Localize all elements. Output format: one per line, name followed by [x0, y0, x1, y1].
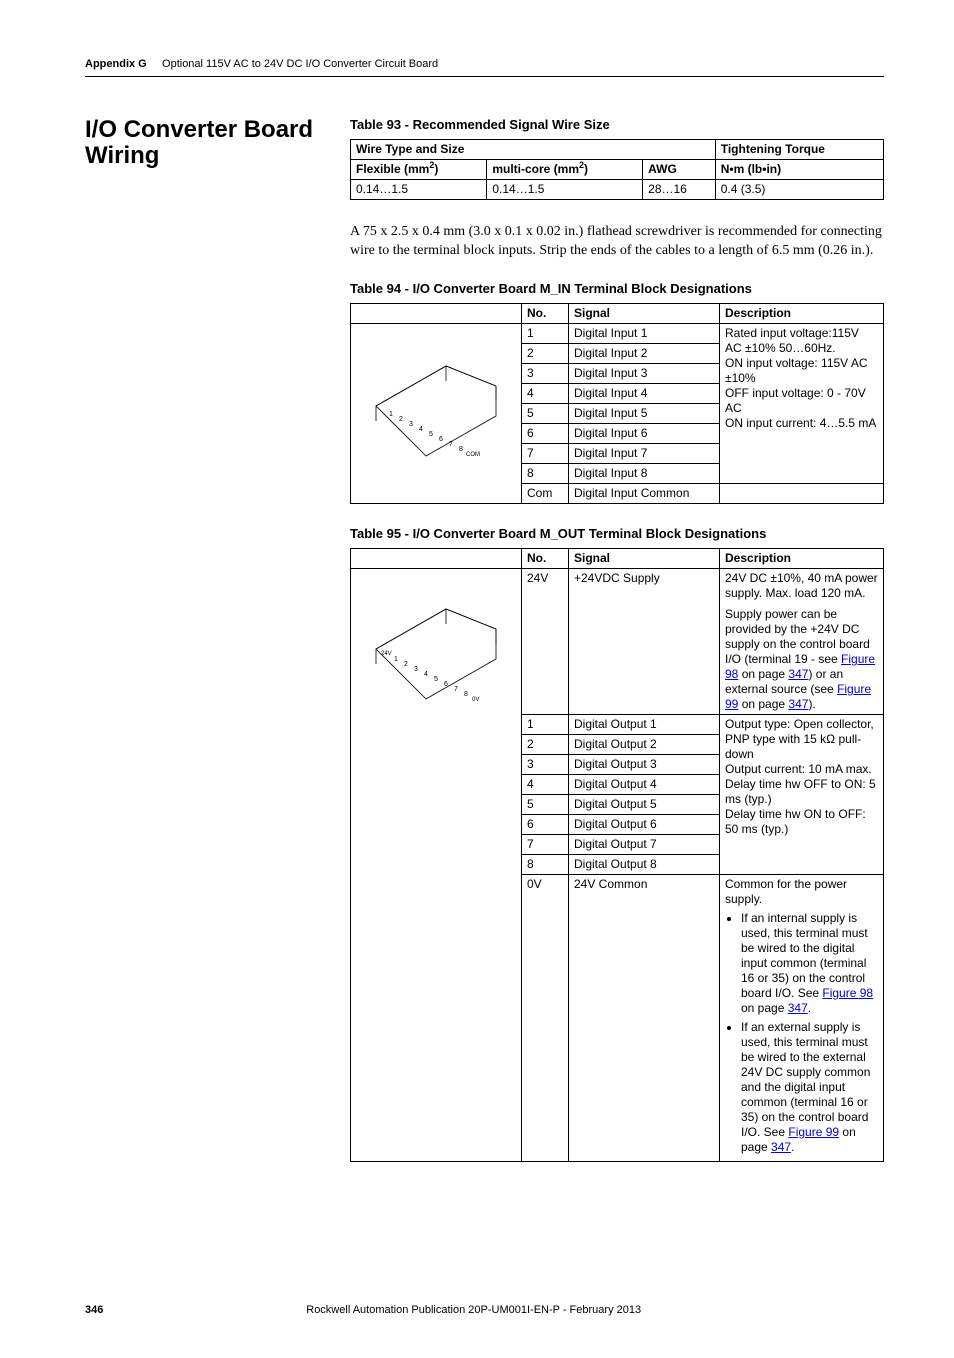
svg-text:0V: 0V: [472, 697, 479, 703]
svg-text:COM: COM: [466, 452, 480, 458]
table93: Wire Type and Size Tightening Torque Fle…: [350, 139, 884, 200]
page347-link[interactable]: 347: [788, 697, 808, 711]
t95-24v-desc: 24V DC ±10%, 40 mA power supply. Max. lo…: [720, 569, 884, 715]
svg-text:5: 5: [434, 676, 438, 683]
page-header: Appendix G Optional 115V AC to 24V DC I/…: [85, 58, 884, 77]
t94-h-signal: Signal: [569, 303, 720, 323]
t95-img-header: [351, 549, 522, 569]
page-footer: 346 Rockwell Automation Publication 20P-…: [85, 1304, 884, 1318]
publication-info: Rockwell Automation Publication 20P-UM00…: [306, 1304, 641, 1318]
t93-h-multi: multi-core (mm2): [487, 160, 643, 180]
t93-h-flex: Flexible (mm2): [351, 160, 487, 180]
svg-text:24V: 24V: [381, 651, 392, 657]
t95-h-signal: Signal: [569, 549, 720, 569]
svg-text:1: 1: [394, 656, 398, 663]
svg-text:1: 1: [389, 411, 393, 418]
t93-h-torqueunit: N•m (lb•in): [715, 160, 883, 180]
body-paragraph: A 75 x 2.5 x 0.4 mm (3.0 x 0.1 x 0.02 in…: [350, 222, 884, 261]
svg-text:2: 2: [404, 661, 408, 668]
t94-h-desc: Description: [720, 303, 884, 323]
figure99-link[interactable]: Figure 99: [788, 1125, 839, 1139]
t95-h-desc: Description: [720, 549, 884, 569]
t93-flex: 0.14…1.5: [351, 180, 487, 200]
t94-image-cell: 1 2 3 4 5 6 7 8 COM: [351, 323, 522, 503]
svg-text:7: 7: [449, 441, 453, 448]
svg-text:6: 6: [444, 681, 448, 688]
t95-0v-desc: Common for the power supply. If an inter…: [720, 875, 884, 1162]
page-number: 346: [85, 1304, 103, 1318]
page347-link[interactable]: 347: [788, 1001, 808, 1015]
header-title: Optional 115V AC to 24V DC I/O Converter…: [162, 58, 438, 70]
terminal-block-icon: 1 2 3 4 5 6 7 8 COM: [366, 356, 506, 466]
t94-img-header: [351, 303, 522, 323]
svg-text:6: 6: [439, 436, 443, 443]
t94-h-no: No.: [522, 303, 569, 323]
content-column: Table 93 - Recommended Signal Wire Size …: [350, 117, 884, 1184]
t95-outputs-desc: Output type: Open collector, PNP type wi…: [720, 715, 884, 875]
terminal-block-icon: 24V 1 2 3 4 5 6 7 8 0V: [366, 599, 506, 709]
t93-h-wiretype: Wire Type and Size: [351, 140, 716, 160]
svg-text:8: 8: [459, 446, 463, 453]
svg-text:2: 2: [399, 416, 403, 423]
svg-text:3: 3: [414, 666, 418, 673]
t95-24v-sig: +24VDC Supply: [569, 569, 720, 715]
section-heading: I/O Converter Board Wiring: [85, 117, 350, 170]
t95-h-no: No.: [522, 549, 569, 569]
svg-text:4: 4: [424, 671, 428, 678]
svg-text:4: 4: [419, 426, 423, 433]
table93-caption: Table 93 - Recommended Signal Wire Size: [350, 117, 884, 133]
t93-h-awg: AWG: [643, 160, 716, 180]
page347-link[interactable]: 347: [771, 1140, 791, 1154]
t94-r0-sig: Digital Input 1: [569, 323, 720, 343]
figure98-link[interactable]: Figure 98: [822, 986, 873, 1000]
svg-text:8: 8: [464, 691, 468, 698]
t95-24v-no: 24V: [522, 569, 569, 715]
t93-awg: 28…16: [643, 180, 716, 200]
svg-text:5: 5: [429, 431, 433, 438]
appendix-label: Appendix G: [85, 58, 147, 70]
t94-desc: Rated input voltage:115V AC ±10% 50…60Hz…: [720, 323, 884, 483]
t95-image-cell: 24V 1 2 3 4 5 6 7 8 0V: [351, 569, 522, 1162]
table95: No. Signal Description 24V 1: [350, 548, 884, 1162]
t93-h-torque: Tightening Torque: [715, 140, 883, 160]
page347-link[interactable]: 347: [788, 667, 808, 681]
table94-caption: Table 94 - I/O Converter Board M_IN Term…: [350, 281, 884, 297]
svg-text:7: 7: [454, 686, 458, 693]
table95-caption: Table 95 - I/O Converter Board M_OUT Ter…: [350, 526, 884, 542]
t93-torque: 0.4 (3.5): [715, 180, 883, 200]
t94-r0-no: 1: [522, 323, 569, 343]
t93-multi: 0.14…1.5: [487, 180, 643, 200]
svg-text:3: 3: [409, 421, 413, 428]
table94: No. Signal Description 1 2: [350, 303, 884, 504]
